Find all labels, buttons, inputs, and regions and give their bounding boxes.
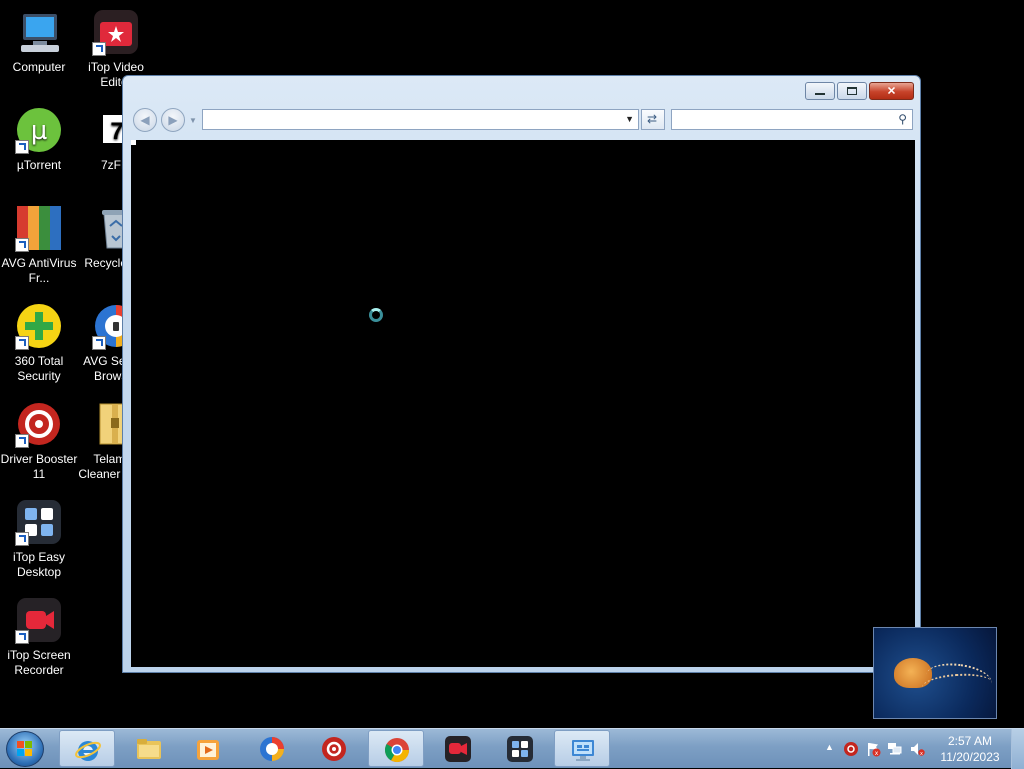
arrow-right-icon: ▶ [168,113,178,127]
refresh-icon: ⇄ [647,112,658,126]
driver-booster-icon [15,400,63,448]
avg-secure-browser-icon [260,737,284,761]
desktop-icon-label: Computer [12,60,66,74]
svg-text:µ: µ [31,116,48,146]
utorrent-icon: µ [15,106,63,154]
shortcut-arrow-icon [15,434,29,448]
desktop-icon-label: µTorrent [16,158,62,172]
arrow-left-icon: ◀ [140,113,150,127]
svg-text:x: x [875,750,879,757]
close-button[interactable]: ✕ [869,82,914,100]
internet-explorer-icon [75,741,101,761]
system-clock[interactable]: 2:57 AM 11/20/2023 [930,733,1010,765]
shortcut-arrow-icon [15,532,29,546]
folder-icon [137,739,161,759]
clock-date: 11/20/2023 [940,750,1000,764]
desktop-icon-utorrent[interactable]: µ µTorrent [0,106,78,173]
address-bar[interactable]: ▼ [202,109,639,130]
start-button[interactable] [6,731,44,767]
shortcut-arrow-icon [92,336,106,350]
action-center-flag-icon[interactable]: x [865,741,881,757]
media-player-icon [197,740,219,760]
clock-time: 2:57 AM [947,734,993,748]
content-pane[interactable] [131,140,915,667]
itop-easy-desktop-icon [15,498,63,546]
avg-antivirus-icon [15,204,63,252]
shortcut-arrow-icon [15,630,29,644]
taskbar: ▲ x x 2:57 AM 11/20/2023 [0,728,1024,769]
maximize-icon [847,87,857,95]
close-icon: ✕ [886,85,897,98]
chevron-down-icon[interactable]: ▼ [625,114,634,124]
taskbar-driver-booster[interactable] [306,730,362,767]
taskbar-control-panel[interactable] [554,730,610,767]
computer-icon [15,8,63,56]
control-panel-icon [572,740,594,761]
driver-booster-icon [322,737,346,761]
network-icon[interactable] [887,741,903,757]
volume-muted-icon[interactable]: x [909,741,925,757]
shortcut-arrow-icon [15,238,29,252]
taskbar-windows-explorer[interactable] [121,730,177,767]
desktop-icon-computer[interactable]: Computer [0,8,78,75]
maximize-button[interactable] [837,82,867,100]
back-button[interactable]: ◀ [133,108,157,132]
desktop-icon-label: Driver Booster 11 [0,452,78,481]
itop-screen-recorder-icon [445,736,471,762]
shortcut-arrow-icon [15,336,29,350]
recent-pages-dropdown[interactable]: ▼ [189,116,197,125]
360-total-security-icon [15,302,63,350]
slideshow-gadget[interactable] [873,627,997,719]
taskbar-media-player[interactable] [180,730,236,767]
minimize-icon [815,93,825,95]
desktop-icon-label: iTop Screen Recorder [7,648,71,677]
itop-screen-recorder-icon [15,596,63,644]
taskbar-google-chrome[interactable] [368,730,424,767]
taskbar-itop-easy-desktop[interactable] [492,730,548,767]
desktop-icon-itop-screen-recorder[interactable]: iTop Screen Recorder [0,596,78,678]
forward-button[interactable]: ▶ [161,108,185,132]
itop-video-editor-icon [92,8,140,56]
windows-logo-icon [17,741,33,757]
taskbar-internet-explorer[interactable] [59,730,115,767]
explorer-window[interactable]: ✕ ◀ ▶ ▼ ▼ ⇄ ⚲ [122,75,921,673]
taskbar-avg-secure-browser[interactable] [244,730,300,767]
desktop-icon-label: iTop Easy Desktop [12,550,66,579]
desktop-icon-driver-booster[interactable]: Driver Booster 11 [0,400,78,482]
shortcut-arrow-icon [92,42,106,56]
search-icon[interactable]: ⚲ [898,112,907,126]
desktop-icon-itop-easy-desktop[interactable]: iTop Easy Desktop [0,498,78,580]
driver-booster-tray-icon[interactable] [843,741,859,757]
svg-text:x: x [920,751,923,757]
show-hidden-icons-button[interactable]: ▲ [825,742,834,752]
desktop-icon-label: AVG AntiVirus Fr... [1,256,77,285]
search-box[interactable]: ⚲ [671,109,913,130]
desktop-icon-360-total-security[interactable]: 360 Total Security [0,302,78,384]
desktop-icon-label: 360 Total Security [14,354,64,383]
content-corner-marker [131,140,136,145]
show-desktop-button[interactable] [1011,729,1024,769]
taskbar-itop-screen-recorder[interactable] [430,730,486,767]
shortcut-arrow-icon [15,140,29,154]
notification-area: ▲ x x 2:57 AM 11/20/2023 [819,729,1024,769]
chrome-icon [384,738,409,763]
window-caption-buttons: ✕ [805,82,914,100]
itop-easy-desktop-icon [507,736,533,762]
minimize-button[interactable] [805,82,835,100]
loading-spinner-icon [369,308,383,322]
refresh-button[interactable]: ⇄ [641,109,665,130]
desktop-icon-avg-antivirus[interactable]: AVG AntiVirus Fr... [0,204,78,286]
